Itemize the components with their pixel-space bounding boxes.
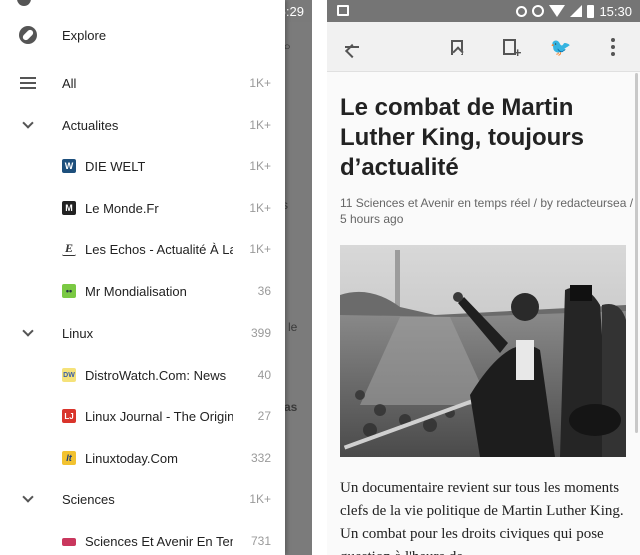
add-note-icon: [502, 39, 522, 59]
menu-icon: [17, 72, 39, 94]
alarm-icon: [532, 5, 545, 17]
drawer-feed-distrowatch[interactable]: DW DistroWatch.Com: News 40: [0, 355, 285, 395]
unread-count: 27: [257, 409, 271, 423]
die-welt-icon: W: [62, 159, 76, 173]
drawer-feed-les-echos[interactable]: E Les Echos - Actualité À La Une 1K+: [0, 229, 285, 269]
article-toolbar: 🐦: [327, 22, 640, 72]
drawer-item-explore[interactable]: Explore: [0, 15, 285, 55]
add-note-button[interactable]: [497, 35, 522, 59]
drawer-group-label: Linux: [62, 325, 94, 341]
linux-journal-icon: LJ: [62, 409, 76, 423]
compass-icon: [17, 24, 39, 46]
unread-count: 40: [257, 368, 271, 382]
status-time: 15:30: [599, 3, 632, 19]
more-vert-icon: [611, 38, 615, 56]
unread-count: 1K+: [249, 159, 271, 173]
right-screen: 15:30 🐦 Le combat de Martin Luther King,…: [327, 0, 640, 555]
chevron-down-icon[interactable]: [17, 322, 39, 344]
navigation-drawer: Explore All 1K+ Actualites 1K+ W DIE WEL…: [0, 0, 285, 555]
signal-icon: [570, 5, 583, 17]
back-button[interactable]: [340, 35, 364, 59]
drawer-feed-linux-journal[interactable]: LJ Linux Journal - The Original 27: [0, 396, 285, 436]
drawer-feed-mr-mondialisation[interactable]: •• Mr Mondialisation 36: [0, 271, 285, 311]
drawer-feed-die-welt[interactable]: W DIE WELT 1K+: [0, 146, 285, 186]
feed-label: Le Monde.Fr: [85, 200, 159, 216]
unread-count: 1K+: [249, 201, 271, 215]
bookmark-button[interactable]: [445, 35, 469, 59]
status-bar: 15:30: [327, 0, 640, 22]
feed-label: Sciences Et Avenir En Temps: [85, 533, 233, 549]
bookmark-icon: [451, 39, 463, 55]
sciences-avenir-icon: [62, 538, 76, 546]
feed-label: Linux Journal - The Original: [85, 408, 233, 424]
twitter-share-button[interactable]: 🐦: [549, 35, 573, 59]
drawer-feed-le-monde[interactable]: M Le Monde.Fr 1K+: [0, 188, 285, 228]
le-monde-icon: M: [62, 201, 76, 215]
sync-icon: [516, 5, 528, 17]
article-photo[interactable]: [340, 245, 626, 457]
linuxtoday-icon: lt: [62, 451, 76, 465]
wifi-icon: [549, 5, 566, 17]
article-view: Le combat de Martin Luther King, toujour…: [327, 73, 640, 555]
unread-count: 1K+: [249, 118, 271, 132]
unread-count: 1K+: [249, 242, 271, 256]
feed-label: DIE WELT: [85, 158, 146, 174]
arrow-left-icon: [345, 46, 359, 48]
les-echos-icon: E: [62, 241, 76, 256]
more-options-button[interactable]: [601, 35, 625, 59]
feed-label: Les Echos - Actualité À La Une: [85, 241, 233, 257]
article-meta: 11 Sciences et Avenir en temps réel / by…: [340, 196, 634, 226]
drawer-group-label: Actualites: [62, 117, 119, 133]
scrollbar[interactable]: [635, 73, 638, 433]
feed-label: DistroWatch.Com: News: [85, 367, 227, 383]
twitter-icon: 🐦: [550, 37, 572, 57]
unread-count: 399: [250, 326, 271, 340]
drawer-group-actualites[interactable]: Actualites 1K+: [0, 105, 285, 145]
drawer-feed-linuxtoday[interactable]: lt Linuxtoday.Com 332: [0, 438, 285, 478]
star-icon: [17, 0, 31, 6]
unread-count: 731: [250, 534, 271, 548]
drawer-group-label: Sciences: [62, 491, 115, 507]
battery-icon: [587, 4, 595, 18]
feed-label: Linuxtoday.Com: [85, 450, 178, 466]
distrowatch-icon: DW: [62, 368, 76, 382]
article-body: Un documentaire revient sur tous les mom…: [340, 480, 624, 555]
unread-count: 1K+: [249, 76, 271, 90]
unread-count: 36: [257, 284, 271, 298]
drawer-item-label: Explore: [62, 27, 107, 43]
drawer-feed-sciences-avenir[interactable]: Sciences Et Avenir En Temps 731: [0, 521, 285, 555]
unread-count: 1K+: [249, 492, 271, 506]
image-notification-icon: [337, 5, 349, 16]
chevron-down-icon[interactable]: [17, 114, 39, 136]
chevron-down-icon[interactable]: [17, 488, 39, 510]
feed-label: Mr Mondialisation: [85, 283, 187, 299]
drawer-item-label: All: [62, 75, 77, 91]
underlay-fragment: le: [288, 320, 298, 334]
mr-mondialisation-icon: ••: [62, 284, 76, 298]
drawer-group-linux[interactable]: Linux 399: [0, 313, 285, 353]
left-screen: s le as ⌕ 15:29 Explore All 1K+ Actualit…: [0, 0, 312, 555]
article-title: Le combat de Martin Luther King, toujour…: [340, 94, 584, 181]
underlay-fragment: as: [284, 400, 298, 414]
drawer-item-all[interactable]: All 1K+: [0, 63, 285, 103]
drawer-group-sciences[interactable]: Sciences 1K+: [0, 479, 285, 519]
unread-count: 332: [250, 451, 271, 465]
